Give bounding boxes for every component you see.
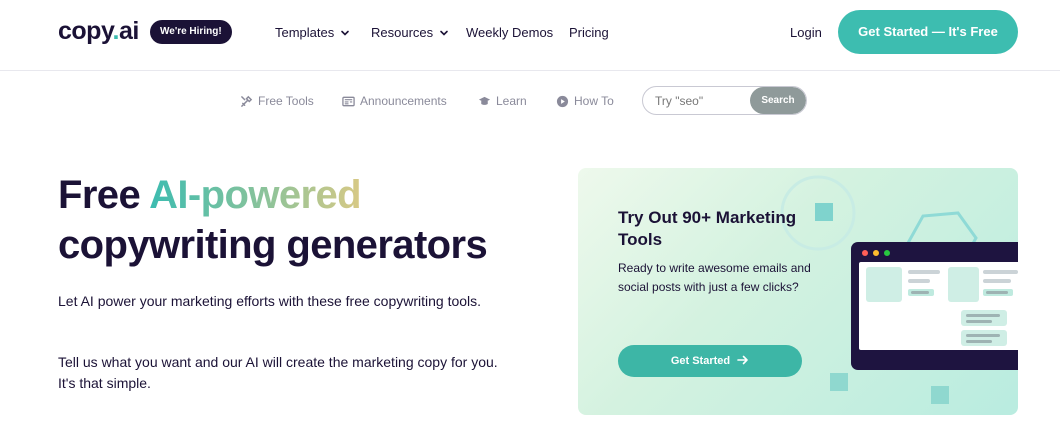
hiring-badge[interactable]: We're Hiring! bbox=[150, 20, 232, 44]
nav-resources-label: Resources bbox=[371, 25, 434, 40]
decor-square bbox=[830, 373, 848, 391]
newspaper-icon bbox=[342, 96, 355, 106]
promo-title: Try Out 90+ Marketing Tools bbox=[618, 208, 797, 249]
subnav-free-tools[interactable]: Free Tools bbox=[240, 94, 314, 108]
hero-title-word-free: Free bbox=[58, 173, 141, 217]
nav-weekly-demos[interactable]: Weekly Demos bbox=[466, 25, 553, 40]
subnav-free-tools-label: Free Tools bbox=[258, 94, 314, 108]
get-started-free-button[interactable]: Get Started — It's Free bbox=[838, 10, 1018, 54]
graduation-cap-icon bbox=[478, 96, 491, 105]
subnav-how-to-label: How To bbox=[574, 94, 614, 108]
promo-get-started-label: Get Started bbox=[670, 355, 731, 367]
hero-paragraph-1: Let AI power your marketing efforts with… bbox=[58, 293, 482, 309]
app-window-mockup bbox=[851, 242, 1018, 370]
hero-title-line2: copywriting generators bbox=[58, 223, 488, 267]
promo-card: Try Out 90+ Marketing Tools Ready to wri… bbox=[578, 168, 1018, 415]
subnav-announcements-label: Announcements bbox=[360, 94, 447, 108]
top-navbar: copy.ai We're Hiring! Templates Resource… bbox=[0, 0, 1060, 71]
nav-weekly-demos-label: Weekly Demos bbox=[466, 25, 554, 40]
arrow-right-icon bbox=[737, 355, 748, 365]
nav-pricing[interactable]: Pricing bbox=[569, 25, 609, 40]
decor-square bbox=[931, 386, 949, 404]
tools-icon bbox=[241, 95, 253, 107]
nav-pricing-label: Pricing bbox=[569, 25, 609, 40]
chevron-down-icon bbox=[440, 30, 448, 36]
subnav-announcements[interactable]: Announcements bbox=[342, 94, 447, 108]
login-link[interactable]: Login bbox=[790, 25, 822, 40]
subnav-learn-label: Learn bbox=[496, 94, 527, 108]
nav-resources[interactable]: Resources bbox=[371, 25, 449, 40]
hero-paragraph-2: Tell us what you want and our AI will cr… bbox=[58, 354, 498, 391]
hero-title-highlight: AI-powered bbox=[149, 173, 361, 217]
logo-text-ai: ai bbox=[118, 17, 139, 45]
copy-ai-logo[interactable]: copy.ai bbox=[58, 17, 139, 46]
chevron-down-icon bbox=[341, 30, 350, 36]
search-box: Search bbox=[642, 86, 807, 115]
subnav-learn[interactable]: Learn bbox=[478, 94, 527, 108]
nav-templates-label: Templates bbox=[275, 25, 335, 40]
search-button[interactable]: Search bbox=[750, 87, 806, 114]
promo-get-started-button[interactable]: Get Started bbox=[618, 345, 802, 377]
subnav-how-to[interactable]: How To bbox=[556, 94, 614, 108]
search-input[interactable] bbox=[655, 87, 750, 114]
hero-title: Free AI-powered copywriting generators bbox=[58, 170, 488, 270]
play-circle-icon bbox=[556, 95, 569, 107]
logo-text-copy: copy bbox=[58, 17, 113, 45]
nav-templates[interactable]: Templates bbox=[275, 25, 350, 40]
promo-description: Ready to write awesome emails and social… bbox=[618, 261, 811, 294]
